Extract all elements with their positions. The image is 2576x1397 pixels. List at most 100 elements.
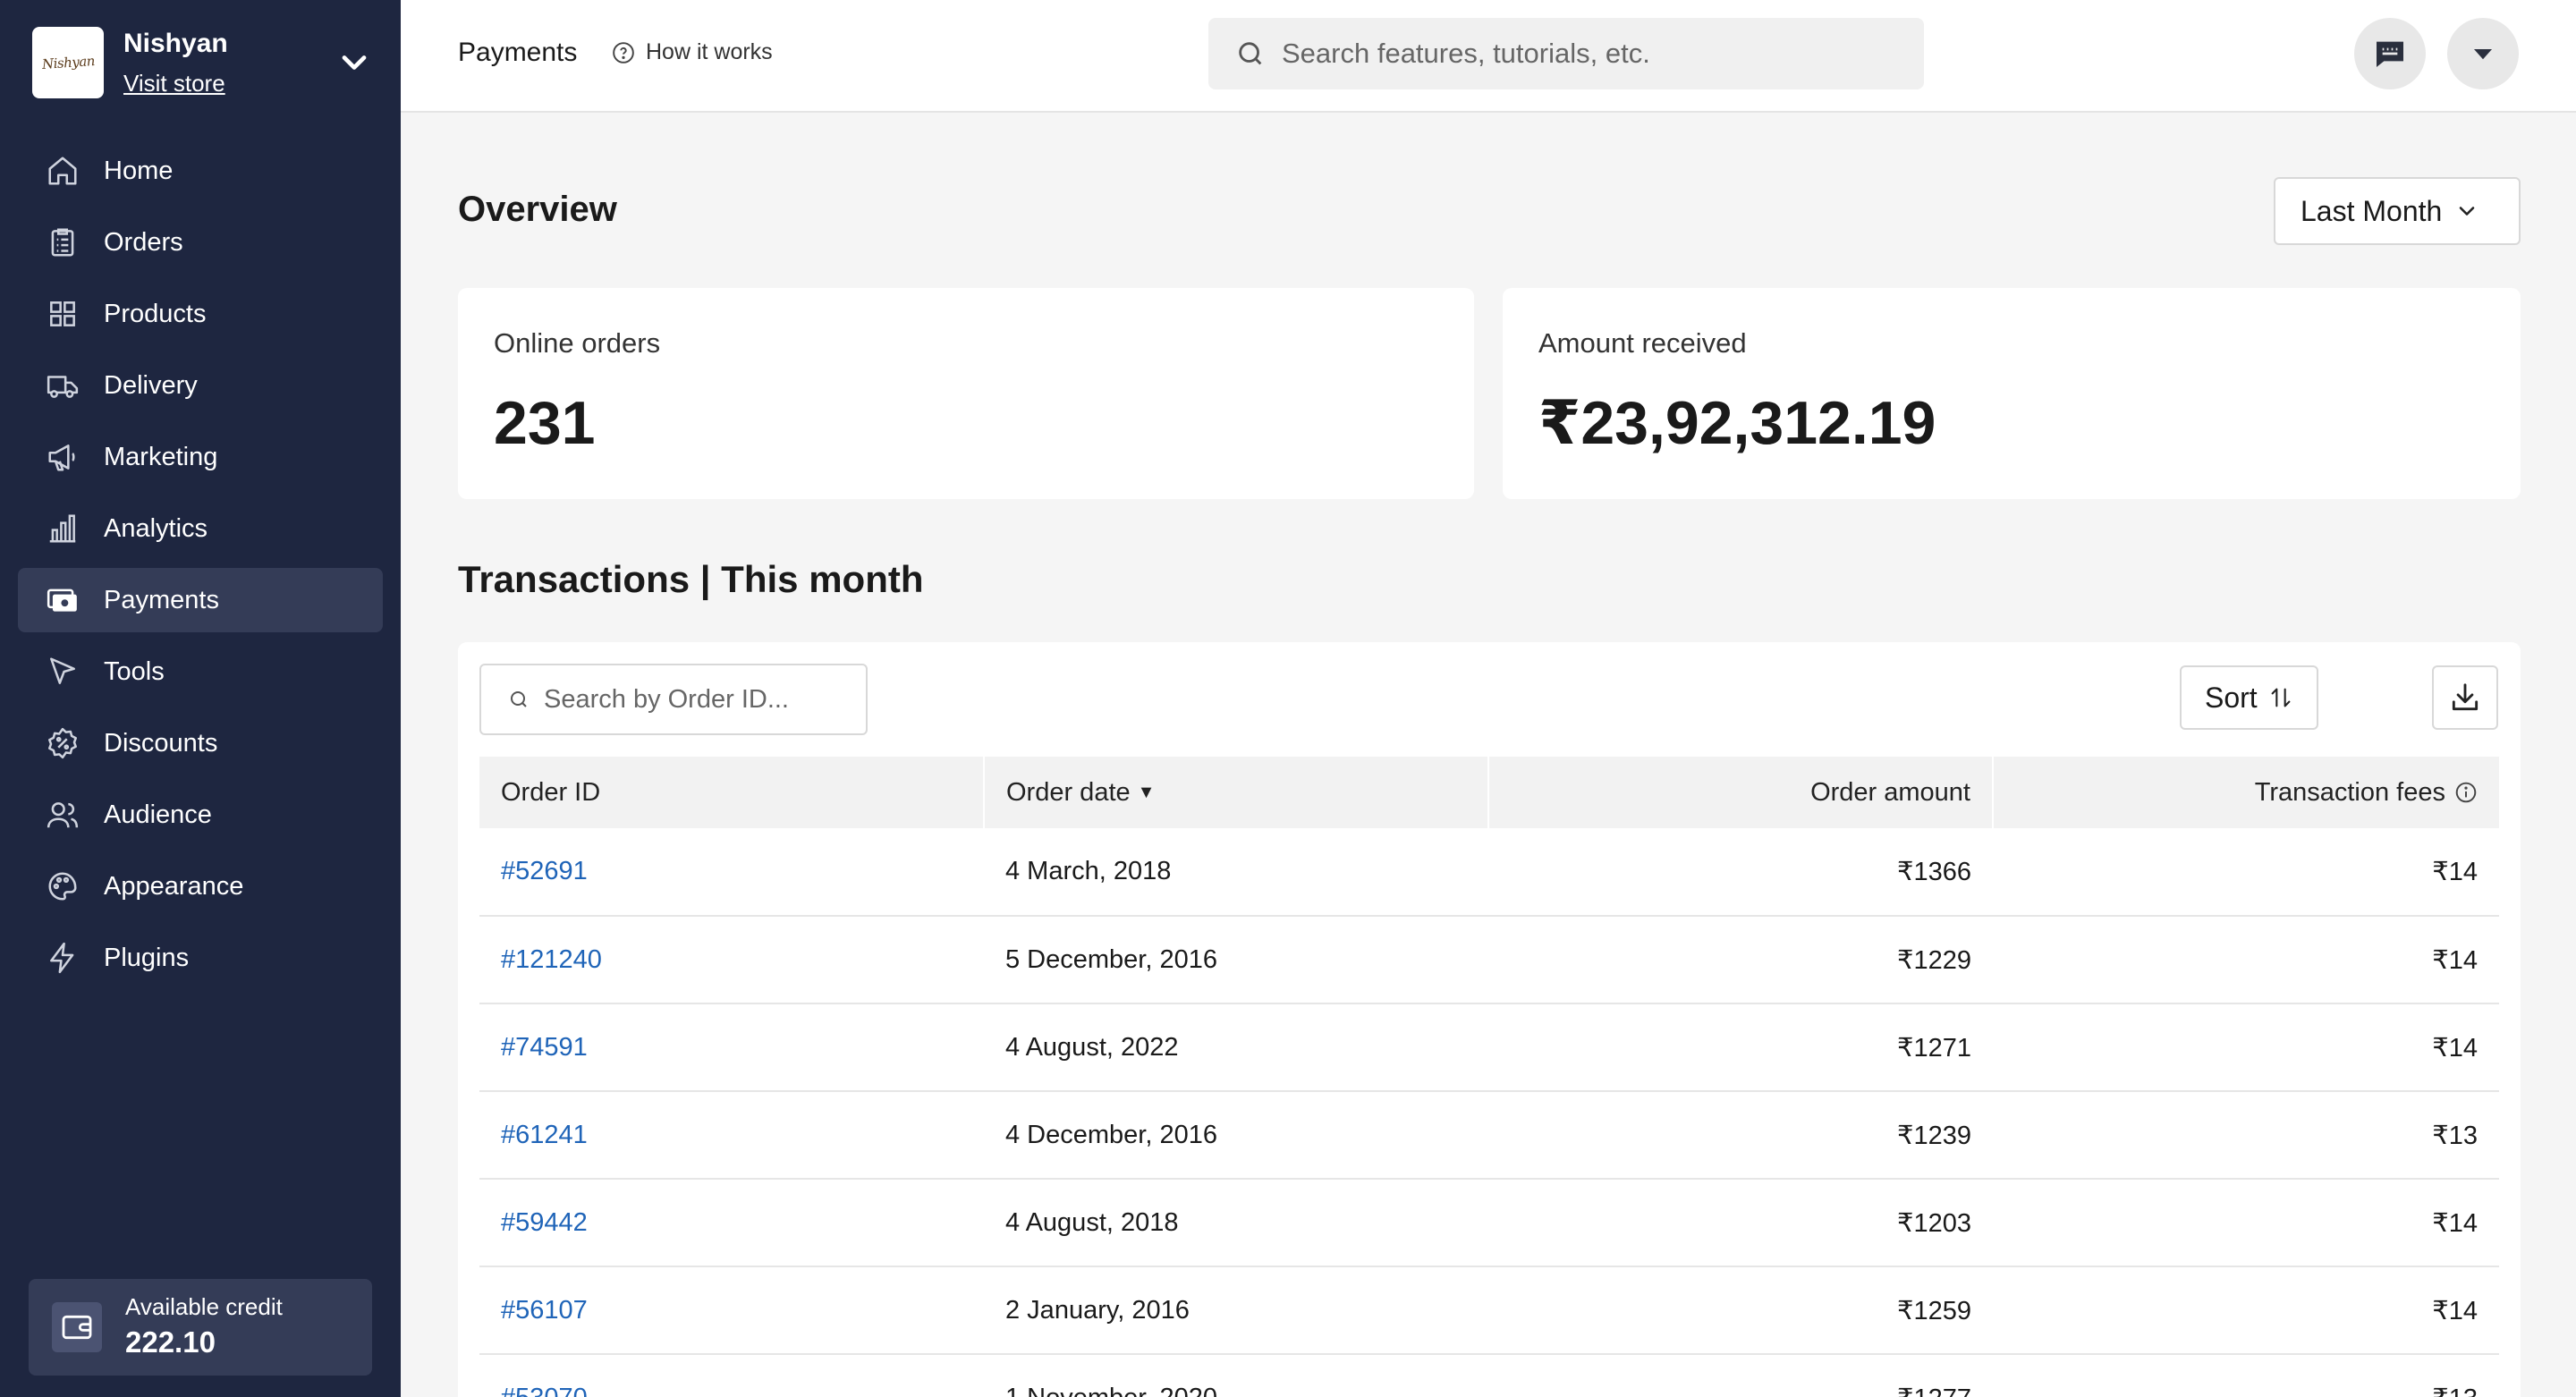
analytics-icon [45,511,80,546]
how-it-works-label: How it works [646,39,773,64]
chevron-down-icon[interactable] [335,43,374,82]
column-order-date[interactable]: Order date ▼ [984,757,1489,828]
online-orders-card: Online orders 231 [458,288,1474,499]
available-credit[interactable]: Available credit 222.10 [29,1279,372,1376]
order-date: 2 January, 2016 [984,1266,1488,1355]
credit-label: Available credit [125,1293,283,1320]
sidebar-item-label: Orders [104,227,183,257]
column-order-amount[interactable]: Order amount [1488,757,1994,828]
sidebar: Nishyan Nishyan Visit store Home Orders … [0,0,401,1397]
audience-icon [45,797,80,833]
transaction-fee: ₹14 [1993,1179,2499,1267]
column-transaction-fees[interactable]: Transaction fees [1993,757,2499,828]
order-amount: ₹1366 [1488,828,1993,917]
sidebar-item-label: Analytics [104,513,208,543]
sidebar-item-label: Appearance [104,871,244,901]
sidebar-item-delivery[interactable]: Delivery [18,353,383,418]
orders-icon [45,224,80,260]
table-header-row: Order ID Order date ▼ Order amount Transa… [479,757,2499,828]
order-amount: ₹1229 [1488,916,1993,1004]
sidebar-item-label: Marketing [104,442,218,471]
sidebar-item-discounts[interactable]: Discounts [18,711,383,775]
sidebar-item-home[interactable]: Home [18,139,383,203]
table-row: #59442 4 August, 2018 ₹1203 ₹14 [479,1179,2499,1267]
plugins-icon [45,940,80,976]
sort-caret-icon: ▼ [1137,782,1156,802]
info-icon[interactable] [2454,781,2478,804]
order-id-link[interactable]: #74591 [479,1003,984,1092]
search-icon [511,691,527,707]
table-row: #52691 4 March, 2018 ₹1366 ₹14 [479,828,2499,917]
account-menu-button[interactable] [2447,18,2519,89]
wallet-icon [52,1302,102,1352]
order-date: 4 December, 2016 [984,1091,1488,1180]
transaction-fee: ₹14 [1993,916,2499,1004]
visit-store-link[interactable]: Visit store [123,70,225,97]
delivery-icon [45,368,80,403]
order-id-link[interactable]: #56107 [479,1266,984,1355]
sort-icon [2271,688,2291,707]
chat-button[interactable] [2354,18,2426,89]
period-select[interactable]: Last Month [2274,177,2521,245]
order-id-link[interactable]: #59442 [479,1179,984,1267]
chat-icon [2377,41,2403,67]
sidebar-nav: Home Orders Products Delivery Marketing … [18,139,383,997]
home-icon [45,153,80,189]
download-icon [2452,683,2479,711]
sidebar-item-label: Tools [104,656,165,686]
sidebar-item-plugins[interactable]: Plugins [18,926,383,990]
caret-down-icon [2474,49,2492,60]
page-title: Payments [458,38,578,67]
global-search[interactable] [1208,18,1924,89]
order-amount: ₹1203 [1488,1179,1993,1267]
order-search-input[interactable] [544,684,866,715]
order-amount: ₹1277 [1488,1354,1993,1397]
sidebar-item-products[interactable]: Products [18,282,383,346]
transaction-fee: ₹13 [1993,1091,2499,1180]
sidebar-item-appearance[interactable]: Appearance [18,854,383,919]
table-row: #56107 2 January, 2016 ₹1259 ₹14 [479,1266,2499,1355]
sidebar-item-orders[interactable]: Orders [18,210,383,275]
order-date: 1 November, 2020 [984,1354,1488,1397]
sidebar-item-marketing[interactable]: Marketing [18,425,383,489]
stat-label: Amount received [1538,327,1747,359]
download-button[interactable] [2432,665,2498,730]
transactions-panel: Sort Order ID Order date▼ Order amount T… [458,642,2521,1397]
store-switcher[interactable]: Nishyan Nishyan Visit store [32,27,383,98]
help-icon [613,41,634,64]
order-id-link[interactable]: #52691 [479,828,984,917]
order-id-link[interactable]: #121240 [479,916,984,1004]
order-search[interactable] [479,664,868,735]
order-amount: ₹1271 [1488,1003,1993,1092]
sort-button[interactable]: Sort [2180,665,2318,730]
order-id-link[interactable]: #53070 [479,1354,984,1397]
tools-icon [45,654,80,690]
transaction-fee: ₹13 [1993,1354,2499,1397]
transactions-table: Order ID Order date ▼ Order amount Transa… [479,757,2499,1397]
column-order-id[interactable]: Order ID [479,757,985,828]
order-id-link[interactable]: #61241 [479,1091,984,1180]
table-row: #53070 1 November, 2020 ₹1277 ₹13 [479,1354,2499,1397]
sidebar-item-analytics[interactable]: Analytics [18,496,383,561]
sidebar-item-payments[interactable]: Payments [18,568,383,632]
appearance-icon [45,868,80,904]
store-logo: Nishyan [32,27,104,98]
order-date: 4 March, 2018 [984,828,1488,917]
sidebar-item-label: Plugins [104,943,190,972]
sidebar-item-audience[interactable]: Audience [18,783,383,847]
global-search-input[interactable] [1282,38,1908,70]
discounts-icon [45,725,80,761]
sidebar-item-tools[interactable]: Tools [18,639,383,704]
order-date: 4 August, 2022 [984,1003,1488,1092]
sidebar-item-label: Home [104,156,174,185]
products-icon [45,296,80,332]
stat-value: 231 [494,389,596,457]
how-it-works-link[interactable]: How it works [612,39,773,65]
marketing-icon [45,439,80,475]
sidebar-item-label: Audience [104,800,212,829]
table-row: #121240 5 December, 2016 ₹1229 ₹14 [479,916,2499,1004]
transaction-fee: ₹14 [1993,828,2499,917]
transaction-fee: ₹14 [1993,1266,2499,1355]
stat-value: ₹23,92,312.19 [1538,389,1936,457]
sidebar-item-label: Products [104,299,207,328]
